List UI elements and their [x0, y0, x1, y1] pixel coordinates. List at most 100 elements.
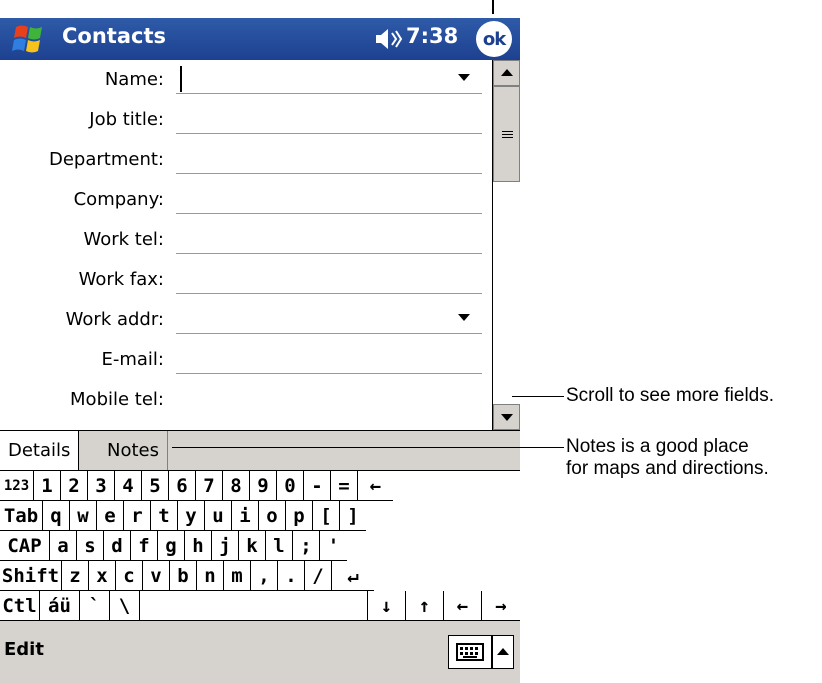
ctl-key[interactable]: Ctl: [0, 591, 40, 621]
callout-notes-line1: Notes is a good place: [566, 436, 749, 457]
key[interactable]: c: [116, 561, 143, 591]
key[interactable]: -: [304, 471, 331, 501]
key[interactable]: ;: [293, 531, 320, 561]
keyboard-row: Shift z x c v b n m , . / ↵: [0, 561, 374, 591]
key[interactable]: p: [286, 501, 313, 531]
dropdown-arrow-icon[interactable]: [458, 74, 470, 81]
field-underline: [176, 293, 482, 294]
work-addr-input[interactable]: [176, 304, 482, 332]
key[interactable]: b: [170, 561, 197, 591]
accent-key[interactable]: áü: [40, 591, 80, 621]
key[interactable]: k: [239, 531, 266, 561]
text-cursor: [180, 66, 182, 92]
field-job-title: Job title:: [0, 100, 492, 140]
key[interactable]: 2: [61, 471, 88, 501]
key[interactable]: 8: [223, 471, 250, 501]
field-label: Mobile tel:: [70, 389, 164, 410]
department-input[interactable]: [176, 144, 482, 172]
key[interactable]: ]: [340, 501, 366, 531]
key[interactable]: n: [197, 561, 224, 591]
start-menu-button[interactable]: [8, 21, 54, 57]
key[interactable]: q: [43, 501, 70, 531]
key[interactable]: 1: [34, 471, 61, 501]
field-label: Work tel:: [83, 229, 165, 250]
key[interactable]: i: [232, 501, 259, 531]
arrow-up-key[interactable]: ↑: [406, 591, 444, 621]
key[interactable]: ,: [251, 561, 278, 591]
tab-details[interactable]: Details: [0, 431, 80, 470]
job-title-input[interactable]: [176, 104, 482, 132]
key[interactable]: 5: [142, 471, 169, 501]
enter-key[interactable]: ↵: [332, 561, 374, 591]
space-key[interactable]: [140, 591, 368, 621]
callout-notes-line2: for maps and directions.: [566, 458, 769, 479]
key[interactable]: 0: [277, 471, 304, 501]
key[interactable]: m: [224, 561, 251, 591]
key[interactable]: f: [131, 531, 158, 561]
clock[interactable]: 7:38: [406, 24, 458, 48]
key[interactable]: 6: [169, 471, 196, 501]
arrow-left-key[interactable]: ←: [444, 591, 482, 621]
mobile-tel-input[interactable]: [176, 384, 482, 412]
key[interactable]: .: [278, 561, 305, 591]
field-label: Job title:: [89, 109, 164, 130]
tab-notes[interactable]: Notes: [99, 431, 168, 470]
key[interactable]: 3: [88, 471, 115, 501]
key[interactable]: 4: [115, 471, 142, 501]
ok-button[interactable]: ok: [476, 21, 512, 57]
app-title: Contacts: [62, 24, 166, 48]
key[interactable]: [: [313, 501, 340, 531]
field-department: Department:: [0, 140, 492, 180]
key[interactable]: 9: [250, 471, 277, 501]
key[interactable]: x: [89, 561, 116, 591]
key[interactable]: u: [205, 501, 232, 531]
key[interactable]: r: [124, 501, 151, 531]
key[interactable]: /: [305, 561, 332, 591]
tab-key[interactable]: Tab: [0, 501, 43, 531]
key[interactable]: a: [50, 531, 77, 561]
work-tel-input[interactable]: [176, 224, 482, 252]
arrow-right-key[interactable]: →: [482, 591, 520, 621]
speaker-icon[interactable]: [374, 27, 404, 51]
key[interactable]: w: [70, 501, 97, 531]
edit-menu[interactable]: Edit: [4, 639, 44, 660]
grip-line: [502, 134, 513, 135]
key[interactable]: j: [212, 531, 239, 561]
email-input[interactable]: [176, 344, 482, 372]
vertical-scrollbar[interactable]: [492, 60, 520, 430]
keyboard-row: CAP a s d f g h j k l ; ': [0, 531, 347, 561]
shift-key[interactable]: Shift: [0, 561, 62, 591]
key[interactable]: =: [331, 471, 358, 501]
key[interactable]: `: [80, 591, 110, 621]
work-fax-input[interactable]: [176, 264, 482, 292]
scroll-thumb[interactable]: [493, 86, 520, 182]
key[interactable]: g: [158, 531, 185, 561]
key-123[interactable]: 123: [0, 471, 34, 501]
key[interactable]: t: [151, 501, 178, 531]
key[interactable]: h: [185, 531, 212, 561]
arrow-down-key[interactable]: ↓: [368, 591, 406, 621]
keyboard-input-icon[interactable]: [448, 635, 492, 669]
caps-key[interactable]: CAP: [0, 531, 50, 561]
field-label: Department:: [49, 149, 164, 170]
key[interactable]: y: [178, 501, 205, 531]
company-input[interactable]: [176, 184, 482, 212]
key[interactable]: o: [259, 501, 286, 531]
backspace-key[interactable]: ←: [358, 471, 393, 501]
key[interactable]: 7: [196, 471, 223, 501]
name-input[interactable]: [176, 64, 482, 92]
key[interactable]: d: [104, 531, 131, 561]
callout-line: [492, 0, 494, 14]
key[interactable]: v: [143, 561, 170, 591]
input-method-arrow[interactable]: [492, 635, 514, 669]
key[interactable]: z: [62, 561, 89, 591]
scroll-down-button[interactable]: [493, 404, 520, 430]
key[interactable]: e: [97, 501, 124, 531]
key[interactable]: s: [77, 531, 104, 561]
dropdown-arrow-icon[interactable]: [458, 314, 470, 321]
scroll-up-button[interactable]: [493, 60, 520, 86]
key[interactable]: l: [266, 531, 293, 561]
field-underline: [176, 253, 482, 254]
key[interactable]: \: [110, 591, 140, 621]
key[interactable]: ': [320, 531, 347, 561]
